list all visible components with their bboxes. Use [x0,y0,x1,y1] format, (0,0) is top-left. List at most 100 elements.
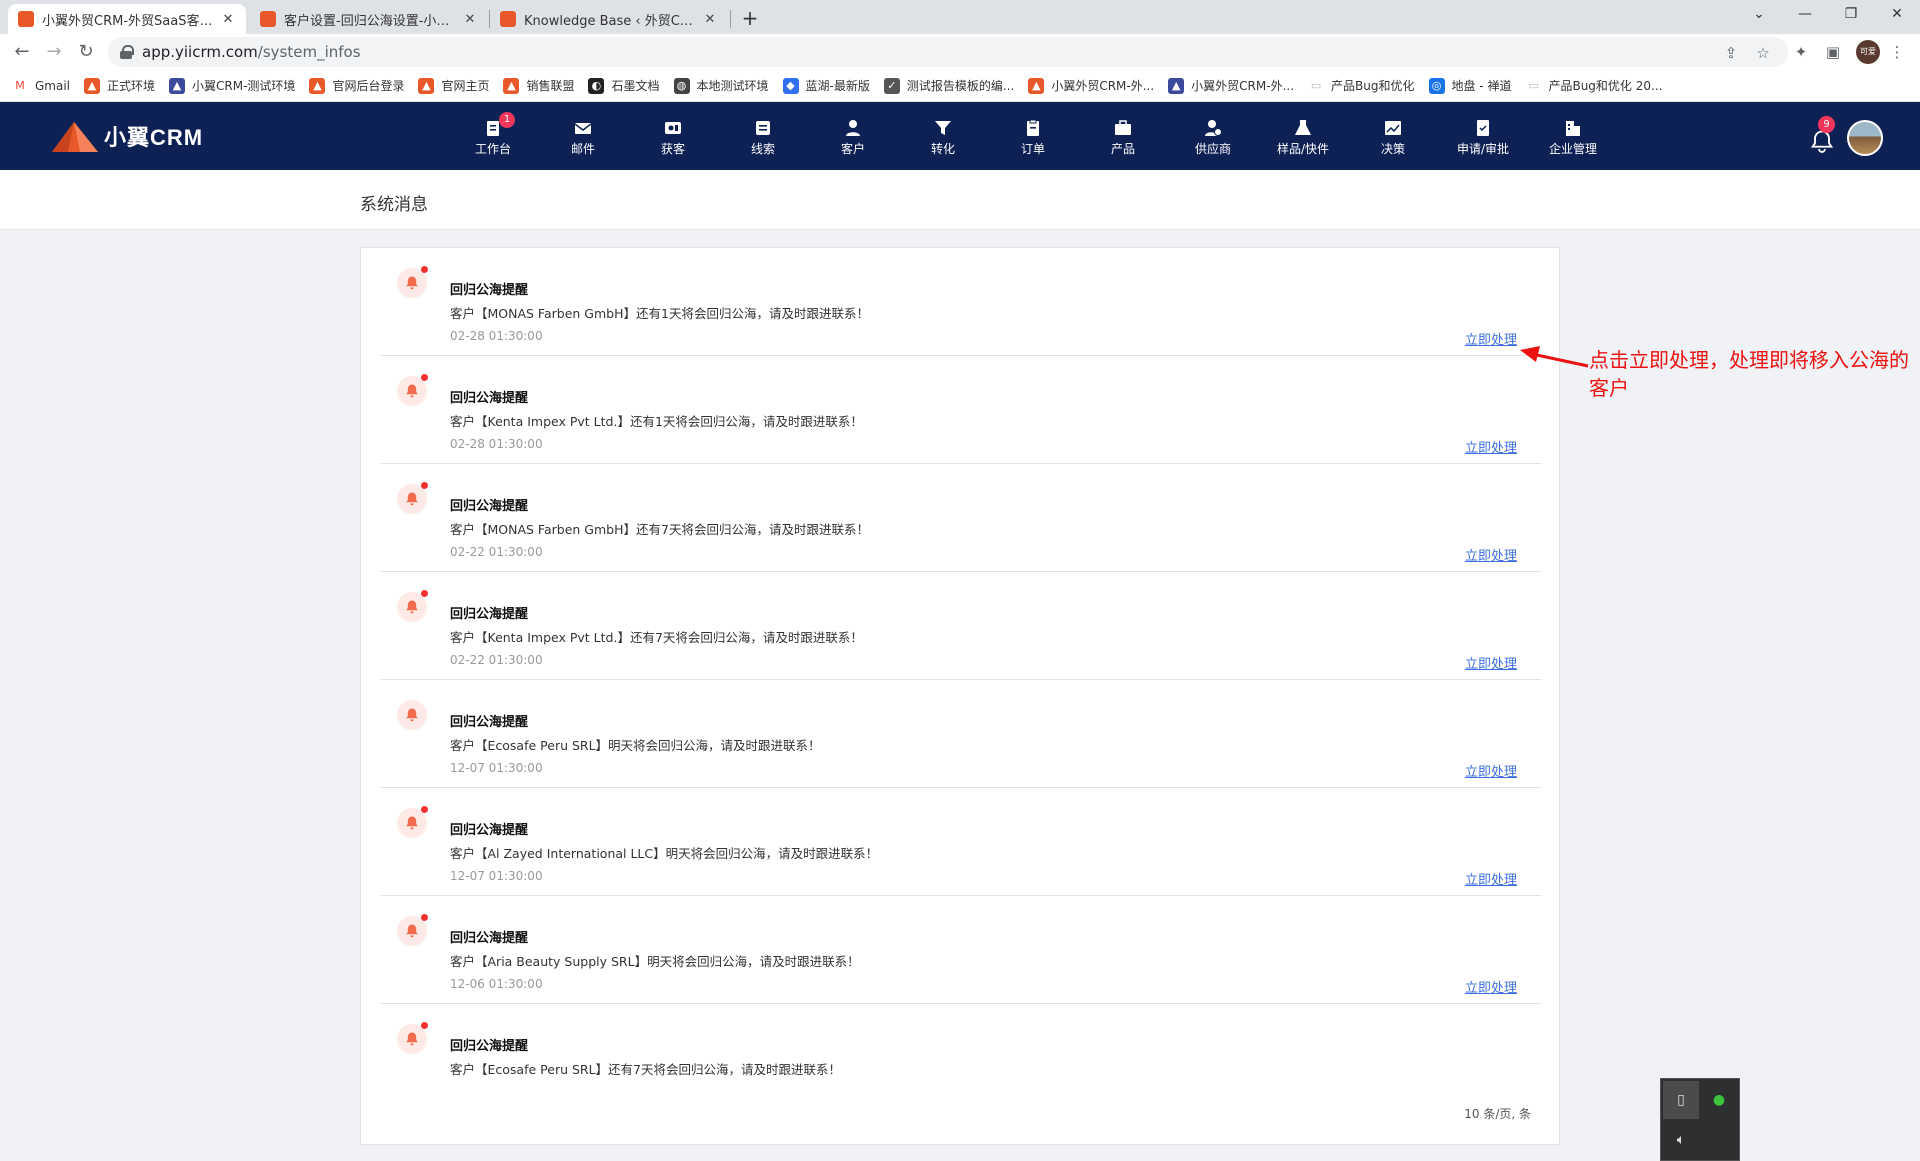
nav-label: 供应商 [1194,142,1231,156]
tab-title: Knowledge Base ‹ 外贸CRM-外 [524,13,696,29]
message-item: 回归公海提醒 客户【Aria Beauty Supply SRL】明天将会回归公海… [381,896,1541,1004]
nav-item-approval[interactable]: 申请/审批 [1443,112,1523,162]
company-icon [1566,121,1580,136]
profile-avatar[interactable]: 可爱 [1856,40,1880,64]
yiicrm-icon: ▲ [418,77,435,94]
bookmark-label: 小翼外贸CRM-外... [1051,79,1155,93]
restore-icon[interactable]: ❐ [1828,0,1874,30]
star-icon[interactable]: ☆ [1754,44,1772,62]
minimize-icon[interactable]: — [1782,0,1828,30]
tab-search-icon[interactable]: ⌄ [1736,0,1782,30]
bookmark-label: 官网主页 [441,79,490,93]
page-icon: ▭ [1310,78,1322,92]
window-close-icon[interactable]: ✕ [1874,0,1920,30]
volume-icon[interactable]: 🔈︎ [1663,1121,1699,1159]
nav-label: 转化 [930,142,955,156]
nav-item-product[interactable]: 产品 [1083,112,1163,162]
message-title: 回归公海提醒 [450,283,529,298]
bookmark-item[interactable]: ◎ 地盘 - 禅道 [1428,77,1511,94]
bookmark-label: 正式环境 [107,79,156,93]
bookmark-item[interactable]: ✓ 测试报告模板的编... [883,77,1015,94]
message-title: 回归公海提醒 [450,931,529,946]
bookmark-item[interactable]: ▲ 小翼外贸CRM-外... [1168,77,1294,94]
bookmark-item[interactable]: ▲ 小翼CRM-测试环境 [169,77,295,94]
bookmark-item[interactable]: ▲ 官网主页 [418,77,489,94]
bookmark-item[interactable]: ◐ 石墨文档 [588,77,660,94]
bookmark-item[interactable]: ▲ 销售联盟 [503,77,574,94]
close-icon[interactable]: ✕ [220,12,236,27]
app-logo[interactable]: 小翼CRM [50,118,203,154]
unread-dot [421,374,428,381]
browser-tab[interactable]: 小翼外贸CRM-外贸SaaS客户管理 ✕ [8,4,246,34]
process-now-link[interactable]: 立即处理 [1465,545,1517,564]
nav-item-supplier[interactable]: 供应商 [1173,112,1253,162]
message-title: 回归公海提醒 [450,391,529,406]
bookmark-item[interactable]: ▲ 正式环境 [84,77,155,94]
close-icon[interactable]: ✕ [462,12,478,27]
menu-dots-icon[interactable]: ⋮ [1886,41,1908,63]
address-bar[interactable]: app.yiicrm.com/system_infos ⇪ ☆ [108,37,1788,67]
side-panel-icon[interactable]: ▣ [1822,41,1844,63]
browser-toolbar: ← → ↻ app.yiicrm.com/system_infos ⇪ ☆ ✦ … [0,34,1920,70]
bookmark-label: Gmail [35,78,71,93]
new-tab-button[interactable]: + [737,6,763,32]
bookmark-item[interactable]: M Gmail [12,78,70,94]
nav-item-mail[interactable]: 邮件 [543,112,623,162]
nav-item-funnel[interactable]: 转化 [903,112,983,162]
nav-item-sample[interactable]: 样品/快件 [1263,112,1343,162]
url-path: /system_infos [257,43,361,61]
nav-badge: 1 [499,112,515,128]
nav-item-leads[interactable]: 线索 [723,112,803,162]
bookmark-label: 产品Bug和优化 [1331,79,1415,93]
nav-item-acquire[interactable]: 获客 [633,112,713,162]
zentao-icon: ◎ [1428,77,1445,94]
annotation-arrow-icon [1520,346,1589,368]
reload-icon[interactable]: ↻ [72,38,100,66]
process-now-link[interactable]: 立即处理 [1465,329,1517,348]
message-title: 回归公海提醒 [450,1039,529,1054]
decision-icon [1385,121,1401,135]
bookmark-item[interactable]: ▲ 官网后台登录 [309,77,404,94]
bookmark-label: 测试报告模板的编... [906,79,1015,93]
nav-item-order[interactable]: 订单 [993,112,1073,162]
process-now-link[interactable]: 立即处理 [1465,977,1517,996]
usb-icon[interactable]: ▯ [1663,1081,1699,1119]
message-item: 回归公海提醒 客户【MONAS Farben GmbH】还有7天将会回归公海，请及… [381,464,1541,572]
user-avatar[interactable] [1847,120,1883,156]
bookmark-item[interactable]: ▭ 产品Bug和优化 20... [1525,77,1662,94]
bell-icon [397,700,427,730]
bookmark-item[interactable]: ◆ 蓝湖-最新版 [782,77,870,94]
unread-dot [421,266,428,273]
wechat-icon[interactable]: ● [1701,1081,1737,1119]
message-text: 客户【Kenta Impex Pvt Ltd.】还有1天将会回归公海，请及时跟进… [450,414,863,429]
message-text: 客户【Al Zayed International LLC】明天将会回归公海，请… [450,846,879,861]
nav-item-decision[interactable]: 决策 [1353,112,1433,162]
bookmark-item[interactable]: ▭ 产品Bug和优化 [1308,77,1415,94]
message-item: 回归公海提醒客户【Ecosafe Peru SRL】还有7天将会回归公海，请及时… [381,1004,1541,1112]
process-now-link[interactable]: 立即处理 [1465,761,1517,780]
bookmark-item[interactable]: ◍ 本地测试环境 [673,77,769,94]
unread-dot [421,590,428,597]
bookmark-item[interactable]: ▲ 小翼外贸CRM-外... [1028,77,1154,94]
app-header: 小翼CRM 工作台 1 邮件 获客 线索 客户 转化 订单 产品 供应商 样品/快件 决策 申请/审批 企… [0,102,1920,170]
process-now-link[interactable]: 立即处理 [1465,869,1517,888]
share-icon[interactable]: ⇪ [1722,44,1740,62]
nav-label: 获客 [660,142,685,156]
browser-tab-strip: 小翼外贸CRM-外贸SaaS客户管理 ✕ 客户设置-回归公海设置-小翼外贸 ✕ … [0,0,1920,34]
bookmark-label: 蓝湖-最新版 [805,79,870,93]
message-text: 客户【Ecosafe Peru SRL】还有7天将会回归公海，请及时跟进联系！ [450,1062,842,1077]
extensions-icon[interactable]: ✦ [1790,41,1812,63]
close-icon[interactable]: ✕ [702,12,718,27]
forward-arrow-icon[interactable]: → [40,38,68,66]
nav-item-company[interactable]: 企业管理 [1533,112,1613,162]
message-text: 客户【MONAS Farben GmbH】还有1天将会回归公海，请及时跟进联系！ [450,306,869,321]
nav-item-customer[interactable]: 客户 [813,112,893,162]
message-title: 回归公海提醒 [450,823,529,838]
nav-label: 订单 [1020,142,1045,156]
nav-item-workbench[interactable]: 工作台 1 [453,112,533,162]
back-arrow-icon[interactable]: ← [8,38,36,66]
browser-tab[interactable]: Knowledge Base ‹ 外贸CRM-外 ✕ [490,4,728,34]
process-now-link[interactable]: 立即处理 [1465,437,1517,456]
browser-tab[interactable]: 客户设置-回归公海设置-小翼外贸 ✕ [250,4,488,34]
process-now-link[interactable]: 立即处理 [1465,653,1517,672]
